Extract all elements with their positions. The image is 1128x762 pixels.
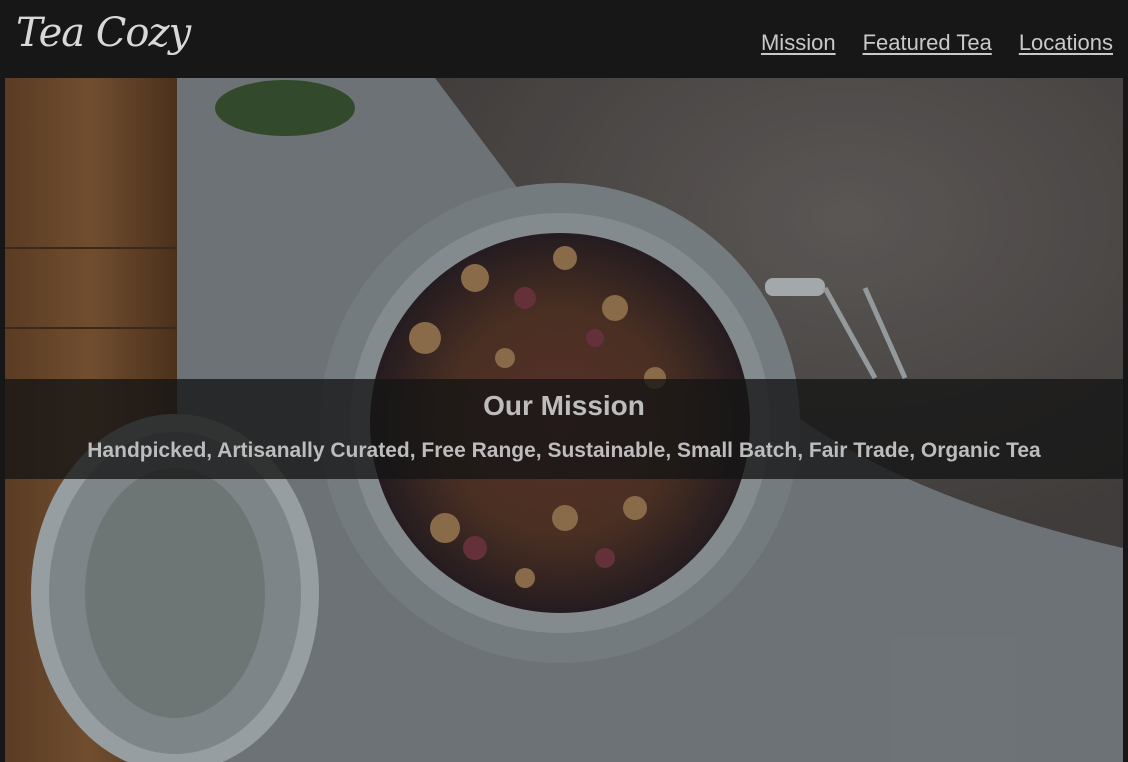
hero-section: Our Mission Handpicked, Artisanally Cura… (5, 78, 1123, 762)
mission-banner: Our Mission Handpicked, Artisanally Cura… (5, 379, 1123, 479)
mission-subtitle: Handpicked, Artisanally Curated, Free Ra… (87, 439, 1041, 462)
site-header: Tea Cozy Mission Featured Tea Locations (0, 0, 1128, 78)
main-nav: Mission Featured Tea Locations (761, 30, 1113, 56)
nav-link-locations[interactable]: Locations (1019, 30, 1113, 56)
nav-link-featured-tea[interactable]: Featured Tea (863, 30, 992, 56)
logo[interactable]: Tea Cozy (16, 6, 191, 60)
mission-title: Our Mission (483, 390, 645, 421)
nav-link-mission[interactable]: Mission (761, 30, 836, 56)
